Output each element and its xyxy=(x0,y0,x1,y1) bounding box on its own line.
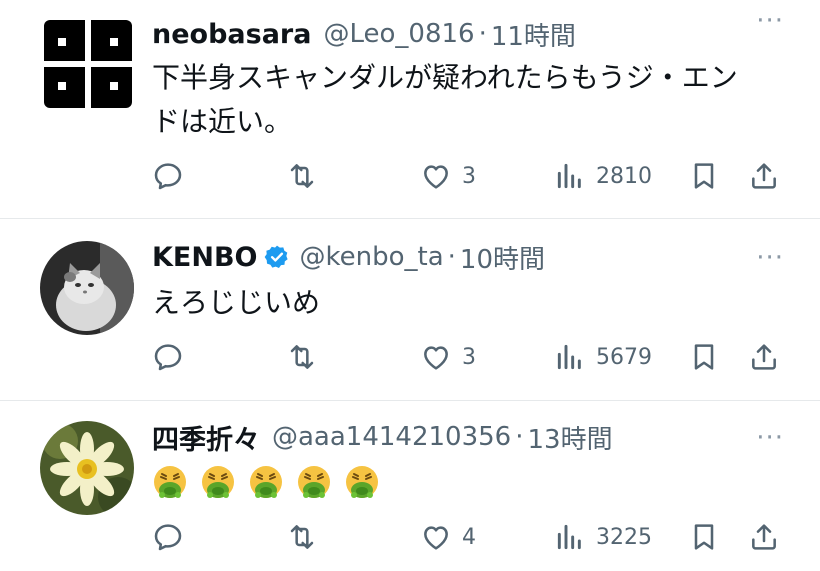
tweet-text: えろじじいめ xyxy=(152,281,792,325)
timestamp[interactable]: 11時間 xyxy=(491,16,576,53)
action-bar: 3 2810 xyxy=(152,156,792,196)
retweet-icon xyxy=(290,525,314,549)
analytics-icon xyxy=(557,163,581,189)
display-name[interactable]: KENBO xyxy=(152,242,258,273)
share-icon xyxy=(752,344,776,370)
share-button[interactable] xyxy=(748,517,780,557)
avatar[interactable] xyxy=(44,20,132,108)
tweet-1[interactable]: neobasara @Leo_0816 · 11時間 ··· 下半身スキャンダル… xyxy=(0,0,820,218)
share-button[interactable] xyxy=(748,337,780,377)
user-handle[interactable]: @aaa1414210356 xyxy=(272,422,511,452)
more-options-icon[interactable]: ··· xyxy=(756,243,784,273)
tweet-text-line: ドは近い。 xyxy=(152,105,293,138)
separator-dot: · xyxy=(515,422,524,452)
like-button[interactable]: 3 xyxy=(420,337,476,377)
avatar[interactable] xyxy=(40,241,134,335)
like-button[interactable]: 3 xyxy=(420,156,476,196)
reply-icon xyxy=(154,163,182,190)
share-icon xyxy=(752,163,776,189)
tweet-text: 下半身スキャンダルが疑われたらもうジ・エン ドは近い。 xyxy=(152,56,792,144)
nauseated-face-emoji-icon xyxy=(250,466,282,498)
retweet-icon xyxy=(290,345,314,369)
nauseated-face-emoji-icon xyxy=(346,466,378,498)
tweet-header: neobasara @Leo_0816 · 11時間 xyxy=(152,14,820,54)
emoji-row xyxy=(152,459,792,503)
user-handle[interactable]: @kenbo_ta xyxy=(300,242,444,272)
bookmark-icon xyxy=(694,344,714,370)
tweet-text xyxy=(152,459,792,503)
retweet-button[interactable] xyxy=(286,337,318,377)
retweet-icon xyxy=(290,164,314,188)
reply-button[interactable] xyxy=(152,517,184,557)
more-options-icon[interactable]: ··· xyxy=(756,6,784,36)
reply-icon xyxy=(154,344,182,371)
separator-dot: · xyxy=(478,19,487,49)
heart-icon xyxy=(424,346,448,370)
action-bar: 3 5679 xyxy=(152,337,792,377)
view-count: 3225 xyxy=(596,524,652,550)
heart-icon xyxy=(424,165,448,189)
tweet-header: KENBO @kenbo_ta · 10時間 xyxy=(152,237,820,277)
nauseated-face-emoji-icon xyxy=(202,466,234,498)
user-handle[interactable]: @Leo_0816 xyxy=(323,19,474,49)
nauseated-face-emoji-icon xyxy=(298,466,330,498)
display-name[interactable]: neobasara xyxy=(152,19,311,50)
verified-badge-icon xyxy=(264,244,290,270)
views-button[interactable]: 3225 xyxy=(554,517,652,557)
share-button[interactable] xyxy=(748,156,780,196)
view-count: 2810 xyxy=(596,163,652,189)
action-bar: 4 3225 xyxy=(152,517,792,557)
tweet-text-line: 下半身スキャンダルが疑われたらもうジ・エン xyxy=(152,61,738,94)
bookmark-button[interactable] xyxy=(688,156,720,196)
heart-icon xyxy=(424,526,448,550)
cat-photo-icon xyxy=(40,241,134,335)
retweet-button[interactable] xyxy=(286,517,318,557)
tweet-header: 四季折々 @aaa1414210356 · 13時間 xyxy=(152,417,820,457)
tweet-2[interactable]: KENBO @kenbo_ta · 10時間 ··· えろじじいめ 3 5679 xyxy=(0,219,820,400)
view-count: 5679 xyxy=(596,344,652,370)
views-button[interactable]: 5679 xyxy=(554,337,652,377)
share-icon xyxy=(752,524,776,550)
bookmark-icon xyxy=(694,163,714,189)
avatar[interactable] xyxy=(40,421,134,515)
reply-button[interactable] xyxy=(152,337,184,377)
like-count: 3 xyxy=(462,163,476,189)
bookmark-button[interactable] xyxy=(688,337,720,377)
reply-icon xyxy=(154,524,182,551)
bookmark-icon xyxy=(694,524,714,550)
retweet-button[interactable] xyxy=(286,156,318,196)
separator-dot: · xyxy=(447,242,456,272)
more-options-icon[interactable]: ··· xyxy=(756,423,784,453)
analytics-icon xyxy=(557,524,581,550)
tweet-text-line: えろじじいめ xyxy=(152,286,321,319)
bookmark-button[interactable] xyxy=(688,517,720,557)
like-button[interactable]: 4 xyxy=(420,517,476,557)
like-count: 4 xyxy=(462,524,476,550)
views-button[interactable]: 2810 xyxy=(554,156,652,196)
display-name[interactable]: 四季折々 xyxy=(152,418,260,457)
like-count: 3 xyxy=(462,344,476,370)
timestamp[interactable]: 10時間 xyxy=(460,239,545,276)
analytics-icon xyxy=(557,344,581,370)
nauseated-face-emoji-icon xyxy=(154,466,186,498)
water-lily-photo-icon xyxy=(40,421,134,515)
tweet-3[interactable]: 四季折々 @aaa1414210356 · 13時間 ··· 4 3225 xyxy=(0,401,820,571)
neobasara-logo-icon xyxy=(44,20,132,108)
reply-button[interactable] xyxy=(152,156,184,196)
timestamp[interactable]: 13時間 xyxy=(527,419,612,456)
